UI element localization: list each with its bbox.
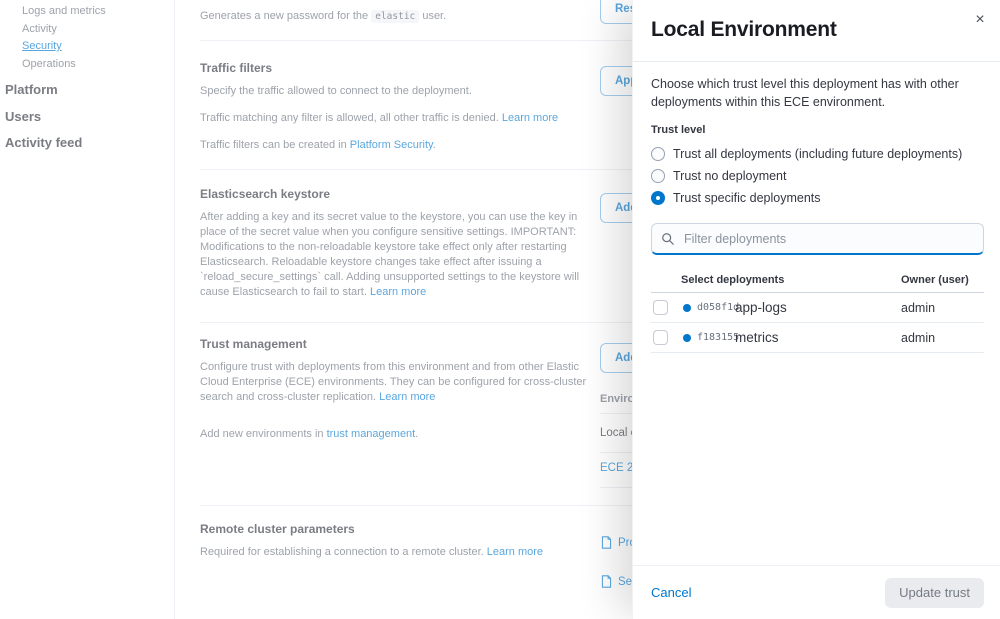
filter-deployments-input[interactable] [651,223,984,255]
owner-user-header: Owner (user) [901,274,969,286]
trust-level-intro: Choose which trust level this deployment… [651,75,984,111]
page: Logs and metrics Activity Security Opera… [0,0,1000,619]
row-checkbox[interactable] [653,330,668,345]
radio-circle-icon [651,169,665,183]
flyout-title: Local Environment [651,18,982,42]
deployment-owner: admin [901,331,935,345]
trust-level-label: Trust level [651,124,984,136]
deployment-owner: admin [901,301,935,315]
radio-trust-no-deployment[interactable]: Trust no deployment [651,167,984,185]
cancel-button[interactable]: Cancel [651,585,691,600]
filter-deployments-field [651,223,984,255]
table-row: d058f1d app-logs admin [651,293,984,323]
flyout-header: Local Environment × [633,0,1000,62]
radio-circle-icon [651,191,665,205]
update-trust-button[interactable]: Update trust [885,578,984,608]
flyout-footer: Cancel Update trust [633,565,1000,619]
select-deployments-header: Select deployments [681,274,784,286]
flyout-body: Choose which trust level this deployment… [633,62,1000,565]
local-environment-flyout: Local Environment × Choose which trust l… [632,0,1000,619]
radio-circle-icon [651,147,665,161]
search-icon [661,232,675,246]
table-row: f183155 metrics admin [651,323,984,353]
deployment-id: f183155 [697,332,739,343]
radio-trust-specific-deployments[interactable]: Trust specific deployments [651,189,984,207]
deployment-name: metrics [735,330,779,345]
health-dot-icon [683,304,691,312]
row-checkbox[interactable] [653,300,668,315]
close-icon[interactable]: × [968,8,992,32]
deployment-name: app-logs [735,300,787,315]
deployment-id: d058f1d [697,302,739,313]
deployments-table-header: Select deployments Owner (user) [651,269,984,293]
deployments-table: Select deployments Owner (user) d058f1d … [651,269,984,353]
radio-trust-all-deployments[interactable]: Trust all deployments (including future … [651,145,984,163]
health-dot-icon [683,334,691,342]
